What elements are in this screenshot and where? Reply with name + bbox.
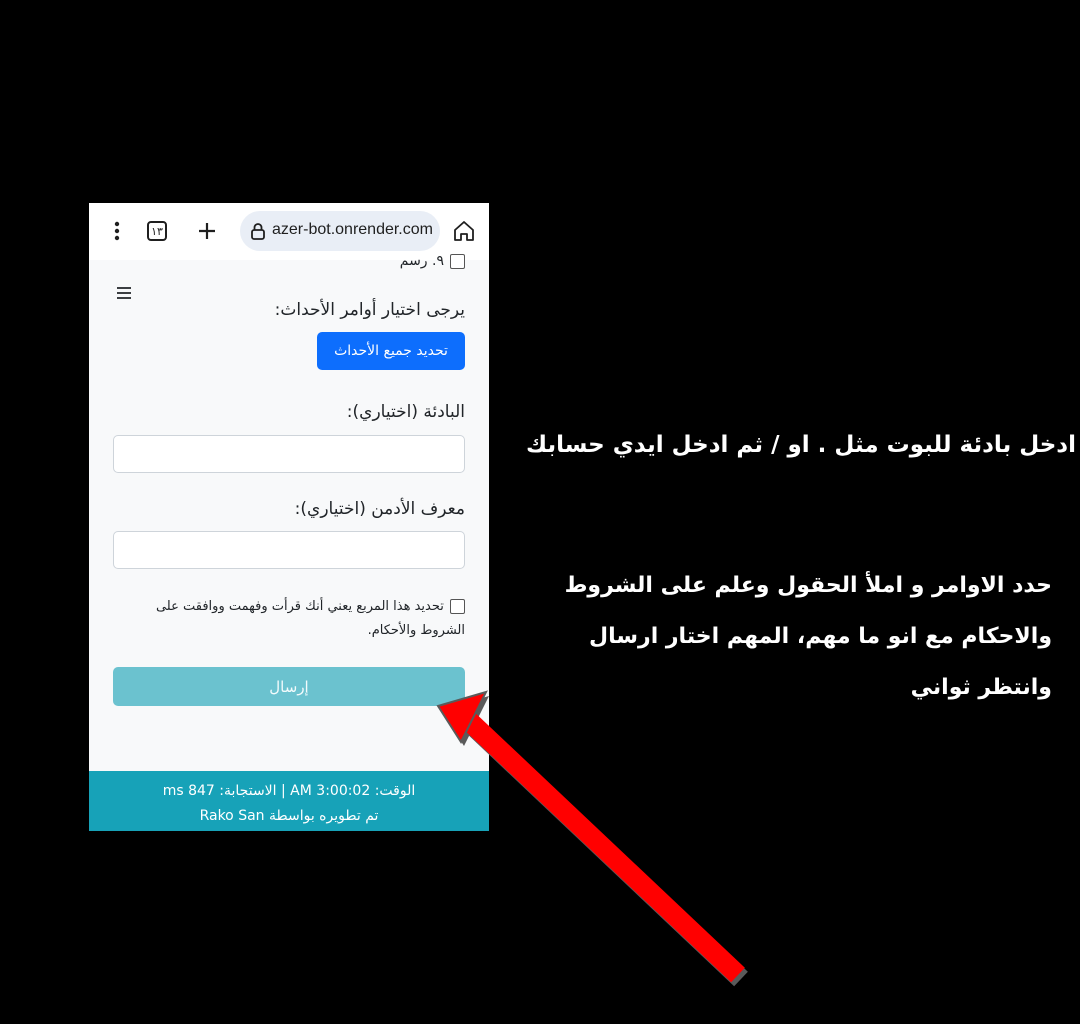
home-icon[interactable] [452, 219, 476, 243]
prefix-input[interactable] [113, 435, 465, 473]
annotation-line: حدد الاوامر و املأ الحقول وعلم على الشرو… [564, 573, 1052, 598]
event-label: ٩. رسم [399, 253, 444, 269]
lock-icon[interactable] [248, 221, 268, 241]
plus-icon [199, 223, 215, 239]
annotation-line: والاحكام مع انو ما مهم، المهم اختار ارسا… [589, 624, 1052, 649]
select-all-events-button[interactable]: تحديد جميع الأحداث [317, 332, 465, 370]
address-bar[interactable]: azer-bot.onrender.com [240, 211, 440, 251]
events-label: يرجى اختيار أوامر الأحداث: [274, 300, 465, 320]
phone-screen: ١٣ azer-bot.onrender.com ٩. رسم يرجى اخت… [89, 203, 489, 831]
terms-checkbox-row[interactable]: تحديد هذا المربع يعني أنك قرأت وفهمت ووا… [149, 595, 465, 643]
new-tab-button[interactable] [194, 217, 220, 245]
screenshot-canvas: ١٣ azer-bot.onrender.com ٩. رسم يرجى اخت… [0, 0, 1080, 1024]
admin-id-label: معرف الأدمن (اختياري): [294, 499, 465, 519]
submit-button[interactable]: إرسال [113, 667, 465, 706]
more-menu-icon[interactable] [105, 219, 129, 243]
admin-id-input[interactable] [113, 531, 465, 569]
footer-credit: تم تطويره بواسطة Rako San [199, 808, 379, 824]
terms-checkbox[interactable] [450, 599, 465, 614]
prefix-label: البادئة (اختياري): [346, 402, 465, 422]
annotation-steps: حدد الاوامر و املأ الحقول وعلم على الشرو… [565, 560, 1052, 713]
url-text: azer-bot.onrender.com [272, 221, 433, 238]
events-list-item[interactable]: ٩. رسم [400, 252, 465, 270]
tab-switcher-button[interactable]: ١٣ [147, 221, 167, 241]
tabs-count-label: ١٣ [151, 224, 163, 238]
hamburger-menu-icon[interactable] [116, 285, 132, 301]
terms-text: تحديد هذا المربع يعني أنك قرأت وفهمت ووا… [155, 599, 465, 638]
footer-status: الوقت: 3:00:02 AM | الاستجابة: 847 ms [162, 783, 416, 799]
annotation-line: وانتظر ثواني [910, 675, 1052, 700]
page-footer: الوقت: 3:00:02 AM | الاستجابة: 847 ms تم… [89, 771, 489, 831]
event-checkbox[interactable] [450, 253, 465, 269]
annotation-prefix-instruction: ادخل بادئة للبوت مثل . او / ثم ادخل ايدي… [526, 432, 1076, 458]
